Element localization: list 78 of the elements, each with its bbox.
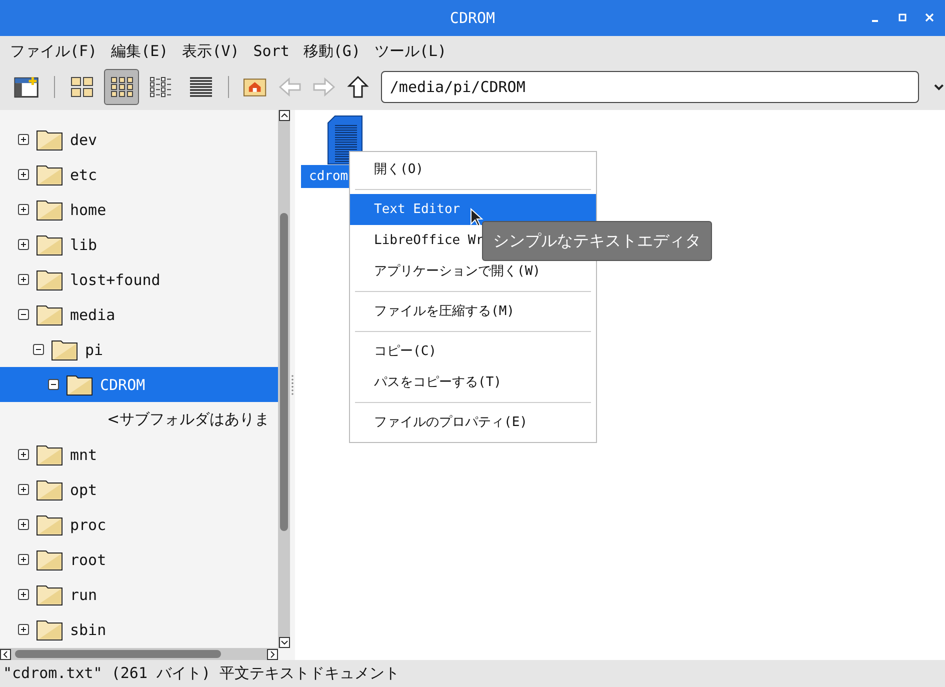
context-menu-item[interactable]: コピー(C) [350,336,596,367]
tree-item[interactable]: mnt [0,437,278,472]
tree-item[interactable]: home [0,192,278,227]
menu-item[interactable]: 表示(V) [182,42,240,60]
folder-icon [36,128,63,151]
path-field[interactable]: /media/pi/CDROM [380,71,920,103]
folder-icon [36,583,63,606]
context-menu-item[interactable]: ファイルのプロパティ(E) [350,407,596,438]
tree-item[interactable]: root [0,542,278,577]
scroll-right-icon[interactable] [267,648,278,660]
splitter-handle-icon[interactable] [291,374,294,396]
tooltip: シンプルなテキストエディタ [482,221,712,261]
tree-item[interactable]: run [0,577,278,612]
expand-icon[interactable] [18,169,29,180]
expand-icon[interactable] [18,239,29,250]
tree-item[interactable]: sbin [0,612,278,647]
folder-icon [36,268,63,291]
window-title: CDROM [450,9,496,27]
vertical-scrollbar[interactable] [278,110,290,648]
tree-item[interactable]: lib [0,227,278,262]
expand-icon[interactable] [18,134,29,145]
collapse-icon[interactable] [18,309,29,320]
tree-item[interactable]: dev [0,122,278,157]
tree-item[interactable]: CDROM [0,367,278,402]
menu-item[interactable]: ファイル(F) [10,42,98,60]
horizontal-scrollbar[interactable] [0,648,278,660]
empty-folder-note: <サブフォルダはありま [106,409,271,430]
status-text: "cdrom.txt" (261 バイト) 平文テキストドキュメント [3,664,400,683]
collapse-icon[interactable] [48,379,59,390]
expand-icon[interactable] [18,554,29,565]
tree-item[interactable]: etc [0,157,278,192]
folder-icon [36,478,63,501]
tree-item[interactable]: opt [0,472,278,507]
expand-icon[interactable] [18,204,29,215]
expand-icon[interactable] [18,589,29,600]
text-file-icon[interactable] [327,115,363,165]
expand-icon[interactable] [18,449,29,460]
expand-icon[interactable] [18,624,29,635]
icon-grid-view-icon[interactable] [110,76,134,98]
menu-item[interactable]: Sort [253,42,290,60]
close-icon[interactable] [925,13,935,23]
maximize-icon[interactable] [898,13,908,23]
collapse-icon[interactable] [33,344,44,355]
new-window-icon[interactable] [14,76,40,98]
folder-icon [66,373,93,396]
context-menu-item[interactable]: ファイルを圧縮する(M) [350,296,596,327]
tree-item[interactable]: media [0,297,278,332]
folder-icon [36,198,63,221]
tree-item[interactable]: lost+found [0,262,278,297]
expand-icon[interactable] [18,274,29,285]
menu-item[interactable]: 編集(E) [111,42,168,60]
menu-item[interactable]: 移動(G) [303,42,360,60]
tree-item[interactable]: pi [0,332,278,367]
folder-icon [36,548,63,571]
scroll-up-icon[interactable] [278,110,290,121]
folder-icon [36,513,63,536]
folder-icon [36,443,63,466]
expand-icon[interactable] [18,484,29,495]
context-menu-item[interactable]: Text Editor [350,194,596,225]
menu-item[interactable]: ツール(L) [374,42,447,60]
compact-list-view-icon[interactable] [149,76,174,98]
scroll-down-icon[interactable] [278,637,290,648]
folder-icon [36,233,63,256]
mouse-pointer-icon [470,208,484,228]
folder-icon [36,618,63,641]
folder-icon [36,163,63,186]
large-icons-view-icon[interactable] [70,76,94,98]
expand-icon[interactable] [18,519,29,530]
up-arrow-icon[interactable] [346,76,370,98]
folder-icon [51,338,78,361]
detail-list-view-icon[interactable] [188,76,213,98]
folder-icon [36,303,63,326]
chevron-down-icon[interactable] [933,83,945,91]
tree-item[interactable]: proc [0,507,278,542]
home-folder-icon[interactable] [243,76,267,98]
context-menu-item[interactable]: パスをコピーする(T) [350,367,596,398]
view-mode-button[interactable] [104,69,140,105]
scroll-left-icon[interactable] [0,648,11,660]
